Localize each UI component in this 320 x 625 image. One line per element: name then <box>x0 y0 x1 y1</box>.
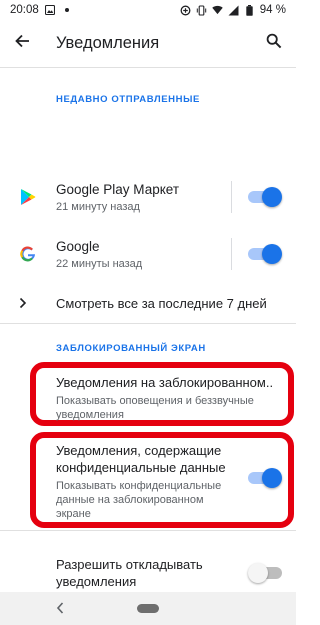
app-name: Google <box>56 238 100 254</box>
app-time: 21 минуту назад <box>56 200 140 213</box>
wifi-icon <box>212 5 223 16</box>
app-row-google-play[interactable]: Google Play Маркет 21 минуту назад <box>0 169 296 225</box>
page-title: Уведомления <box>56 34 160 52</box>
section-header-lock-screen: ЗАБЛОКИРОВАННЫЙ ЭКРАН <box>56 343 206 354</box>
battery-percent: 94 % <box>259 4 286 16</box>
dot-icon <box>62 5 73 16</box>
setting-summary: Показывать оповещения и беззвучные <box>56 395 254 407</box>
google-play-toggle[interactable] <box>246 187 282 207</box>
app-time: 22 минуты назад <box>56 257 143 270</box>
setting-summary: экране <box>56 508 91 520</box>
setting-summary: Показывать конфиденциальные <box>56 480 222 492</box>
sensitive-notifications-toggle[interactable] <box>246 468 282 488</box>
google-icon <box>0 246 56 262</box>
google-play-icon <box>0 188 56 206</box>
lock-screen-notifications-setting[interactable]: Уведомления на заблокированном.. Показыв… <box>56 374 282 422</box>
search-icon <box>266 33 282 54</box>
chevron-right-icon <box>2 297 44 309</box>
battery-icon <box>244 4 255 16</box>
row-divider <box>231 181 232 213</box>
search-button[interactable] <box>254 20 294 68</box>
setting-title: конфиденциальные данные <box>56 460 226 475</box>
setting-title: уведомления <box>56 574 137 589</box>
allow-snooze-setting[interactable]: Разрешить откладывать уведомления <box>56 556 236 590</box>
google-toggle[interactable] <box>246 244 282 264</box>
app-name: Google Play Маркет <box>56 181 180 197</box>
photo-notification-icon <box>45 5 56 16</box>
nav-back-icon <box>55 602 65 620</box>
data-saver-icon <box>180 5 191 16</box>
see-all-link[interactable]: Смотреть все за последние 7 дней <box>0 285 296 321</box>
setting-title: Уведомления, содержащие <box>56 443 222 458</box>
section-divider <box>0 530 296 531</box>
app-bar: Уведомления <box>0 20 296 68</box>
see-all-label: Смотреть все за последние 7 дней <box>56 295 267 311</box>
section-header-recent: НЕДАВНО ОТПРАВЛЕННЫЕ <box>56 94 200 105</box>
status-time: 20:08 <box>10 4 39 16</box>
arrow-back-icon <box>14 33 30 54</box>
app-row-google[interactable]: Google 22 минуты назад <box>0 226 296 282</box>
back-button[interactable] <box>2 20 42 68</box>
row-divider <box>231 238 232 270</box>
allow-snooze-toggle[interactable] <box>248 563 284 583</box>
section-divider <box>0 323 296 324</box>
setting-summary: уведомления <box>56 409 124 421</box>
vibrate-icon <box>196 4 207 16</box>
setting-title: Разрешить откладывать <box>56 557 203 572</box>
status-bar: 20:08 94 % <box>0 0 296 20</box>
navigation-bar <box>0 592 296 625</box>
sensitive-notifications-setting[interactable]: Уведомления, содержащие конфиденциальные… <box>56 442 236 521</box>
nav-back-button[interactable] <box>55 600 65 621</box>
setting-title: Уведомления на заблокированном.. <box>56 375 274 390</box>
cellular-signal-icon <box>228 5 239 16</box>
nav-home-pill[interactable] <box>137 604 159 613</box>
setting-summary: данные на заблокированном <box>56 494 204 506</box>
